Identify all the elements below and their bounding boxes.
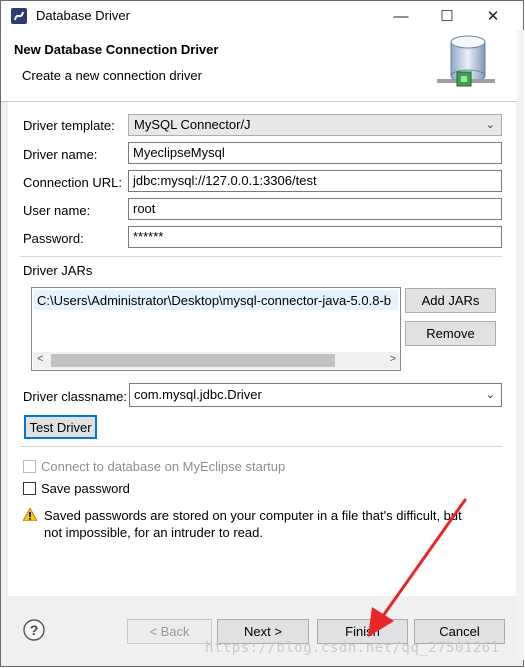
scrollbar-thumb[interactable]	[51, 354, 335, 367]
save-password-label: Save password	[41, 481, 130, 496]
driver-template-value: MySQL Connector/J	[134, 117, 251, 132]
warning-icon	[23, 508, 37, 521]
remove-button[interactable]: Remove	[405, 321, 496, 346]
connection-url-label: Connection URL:	[23, 175, 122, 190]
driver-jars-list[interactable]: C:\Users\Administrator\Desktop\mysql-con…	[31, 287, 401, 371]
user-name-field[interactable]: root	[128, 198, 502, 220]
driver-classname-value: com.mysql.jdbc.Driver	[134, 387, 262, 402]
page-title: New Database Connection Driver	[14, 42, 219, 57]
connection-url-field[interactable]: jdbc:mysql://127.0.0.1:3306/test	[128, 170, 502, 192]
chevron-down-icon: ⌄	[485, 119, 495, 131]
list-item[interactable]: C:\Users\Administrator\Desktop\mysql-con…	[34, 290, 398, 310]
driver-classname-label: Driver classname:	[23, 389, 128, 404]
back-button[interactable]: < Back	[127, 619, 212, 644]
help-icon[interactable]: ?	[23, 619, 45, 641]
password-label: Password:	[23, 231, 84, 246]
window-title: Database Driver	[36, 8, 130, 23]
driver-template-label: Driver template:	[23, 118, 115, 133]
connect-on-startup-checkbox[interactable]	[23, 460, 36, 473]
scroll-left-icon[interactable]: <	[37, 353, 43, 365]
driver-jars-label: Driver JARs	[23, 263, 93, 278]
driver-classname-combo[interactable]: com.mysql.jdbc.Driver ⌄	[129, 383, 502, 407]
chevron-down-icon: ⌄	[485, 389, 495, 401]
separator	[20, 446, 502, 447]
annotation-arrow	[368, 498, 467, 637]
close-icon[interactable]: ✕	[470, 1, 516, 31]
driver-template-select[interactable]: MySQL Connector/J ⌄	[128, 114, 502, 136]
watermark-text: https://blog.csdn.net/qq_27501261	[205, 640, 500, 656]
database-icon	[437, 35, 495, 87]
driver-name-label: Driver name:	[23, 147, 98, 162]
connect-on-startup-label: Connect to database on MyEclipse startup	[41, 459, 286, 474]
myeclipse-app-icon	[11, 8, 27, 24]
test-driver-button[interactable]: Test Driver	[24, 415, 97, 439]
driver-name-field[interactable]: MyeclipseMysql	[128, 142, 502, 164]
scroll-right-icon[interactable]: >	[390, 353, 396, 365]
minimize-icon[interactable]: —	[378, 1, 424, 31]
page-description: Create a new connection driver	[22, 68, 202, 83]
horizontal-scrollbar[interactable]: < >	[33, 352, 400, 369]
maximize-icon[interactable]: ☐	[424, 1, 470, 31]
separator	[20, 256, 502, 257]
help-icon-glyph: ?	[30, 622, 39, 638]
save-password-checkbox[interactable]	[23, 482, 36, 495]
background-window-edge	[517, 30, 524, 660]
add-jars-button[interactable]: Add JARs	[405, 288, 496, 313]
user-name-label: User name:	[23, 203, 91, 218]
password-field[interactable]: ******	[128, 226, 502, 248]
